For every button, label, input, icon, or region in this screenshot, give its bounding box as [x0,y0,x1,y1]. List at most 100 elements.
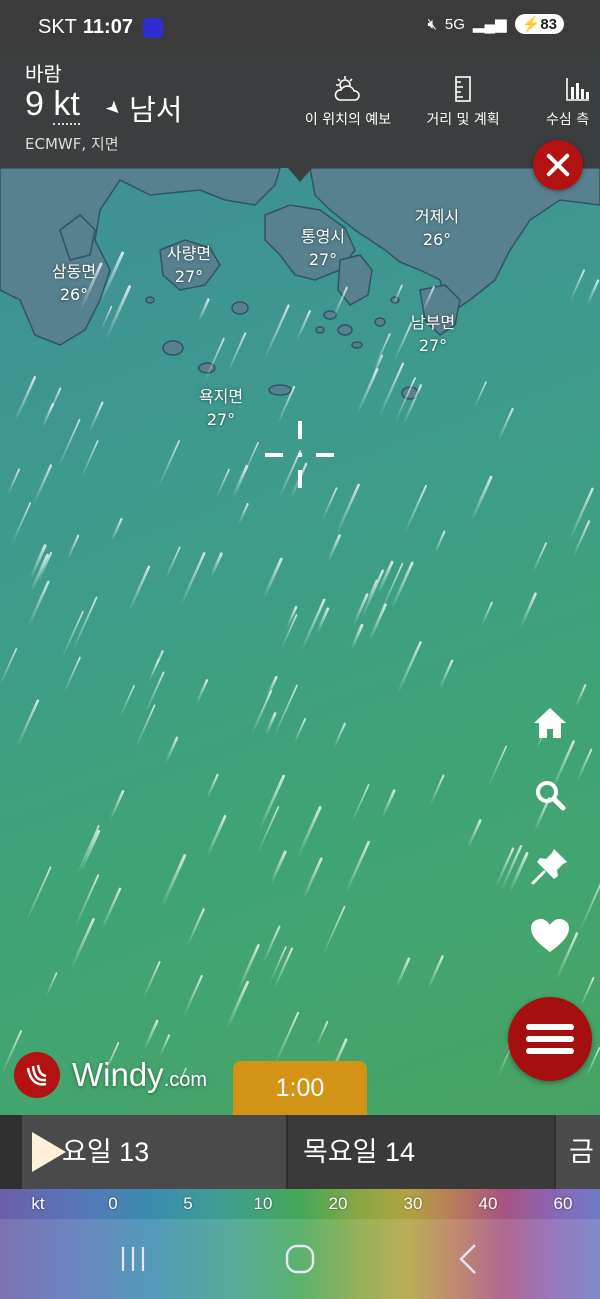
wind-streak [297,806,322,857]
wind-streak [127,565,151,613]
wind-streak [215,468,230,499]
header-pointer [288,168,312,182]
wind-streak [507,851,529,895]
wind-streak [321,905,346,958]
wind-streak [532,542,547,574]
wind-streak [497,407,514,442]
wind-streak [390,561,414,611]
wind-unit[interactable]: kt [53,85,80,125]
windy-logo[interactable]: Windy.com [14,1052,207,1098]
forecast-button[interactable]: 이 위치의 예보 [298,75,398,129]
back-icon[interactable] [449,1239,489,1279]
wind-direction: ➤ 남서 [100,93,183,127]
wind-streak [45,972,58,997]
wind-streak [209,552,223,578]
wind-streak [487,745,508,787]
signal-icon: ▂▄▆ [472,16,507,33]
timeline-day[interactable]: 금요 [556,1115,600,1189]
wind-streak [394,377,416,423]
wind-streak [315,1020,329,1047]
menu-icon [526,1024,574,1030]
favorites-button[interactable] [527,913,573,959]
model-info[interactable]: ECMWF, 지면 [25,133,119,154]
wind-streak [438,659,454,690]
wind-streak [373,333,391,370]
wind-streak [351,784,370,823]
wind-streak [293,718,307,744]
search-icon [536,781,566,811]
wind-streak [13,376,37,424]
recent-apps-icon[interactable] [113,1239,153,1279]
wind-streak [580,976,595,1007]
place-label: 통영시 27° [300,227,346,269]
wind-streak [395,641,422,696]
timeline[interactable]: 요일 13 목요일 14 금요 [0,1115,600,1189]
search-button[interactable] [527,772,573,818]
wind-streak [470,475,493,522]
wind-streak [16,699,40,747]
heart-icon [531,919,569,952]
wind-streak [205,815,227,858]
wind-streak [429,774,445,806]
windy-logo-icon [14,1052,60,1098]
wind-streak [75,824,100,877]
timeline-day[interactable]: 목요일 14 [288,1115,554,1189]
wind-streak [147,658,160,683]
wind-streak [350,623,364,650]
place-label: 거제시 26° [414,207,460,249]
wind-streak [63,656,81,694]
wind-streak [203,337,225,384]
play-button[interactable] [32,1132,66,1172]
place-label: 남부면 27° [410,313,456,355]
clock: 11:07 [82,16,133,38]
wind-streak [164,546,181,580]
wind-streak [378,362,405,417]
wind-streak [119,685,135,718]
wind-streak [66,534,80,561]
wind-streak [403,484,427,535]
wind-streak [195,679,209,705]
wind-streak [182,975,203,1019]
wind-streak [272,684,298,738]
wind-streak [274,1011,300,1066]
wind-streak [356,368,379,415]
wind-streak [295,310,311,343]
close-button[interactable] [533,140,583,190]
wind-streak [0,648,18,686]
battery-indicator: ⚡83 [514,14,564,34]
wind-streak [262,925,281,964]
wind-streak [186,908,205,947]
wind-streak [179,552,206,607]
app-notification-icon [142,17,163,38]
wind-streak [237,503,249,526]
cloud-sun-icon [334,76,360,101]
mute-icon: 🔇︎ [427,15,437,33]
wind-streak [109,789,125,821]
wind-streak [205,773,219,800]
direction-arrow-icon: ➤ [100,95,127,121]
wind-streak [269,946,287,984]
wind-streak [25,866,52,923]
wind-streak [367,603,387,643]
depth-button[interactable]: 수심 측 [546,75,600,129]
wind-streak [143,1019,159,1051]
wind-streak [57,418,81,469]
current-time-badge[interactable]: 1:00 [233,1061,367,1127]
wind-streak [569,269,585,303]
wind-streak [519,592,537,629]
pin-button[interactable] [527,843,573,889]
color-legend[interactable]: kt 0 5 10 20 30 40 60 [0,1189,600,1219]
wind-streak [365,579,378,605]
wind-particles [0,251,600,1090]
legend-tick: 30 [403,1194,423,1213]
wind-streak [87,401,104,434]
home-nav-icon[interactable] [280,1239,320,1279]
wind-streak [227,332,247,373]
wind-streak [80,440,99,478]
place-label: 사량면 27° [166,244,212,286]
home-button[interactable] [527,700,573,746]
distance-planner-button[interactable]: 거리 및 계획 [421,75,505,129]
menu-button[interactable] [508,997,592,1081]
wind-streak [393,322,413,362]
wind-speed[interactable]: 9 kt [25,85,80,125]
